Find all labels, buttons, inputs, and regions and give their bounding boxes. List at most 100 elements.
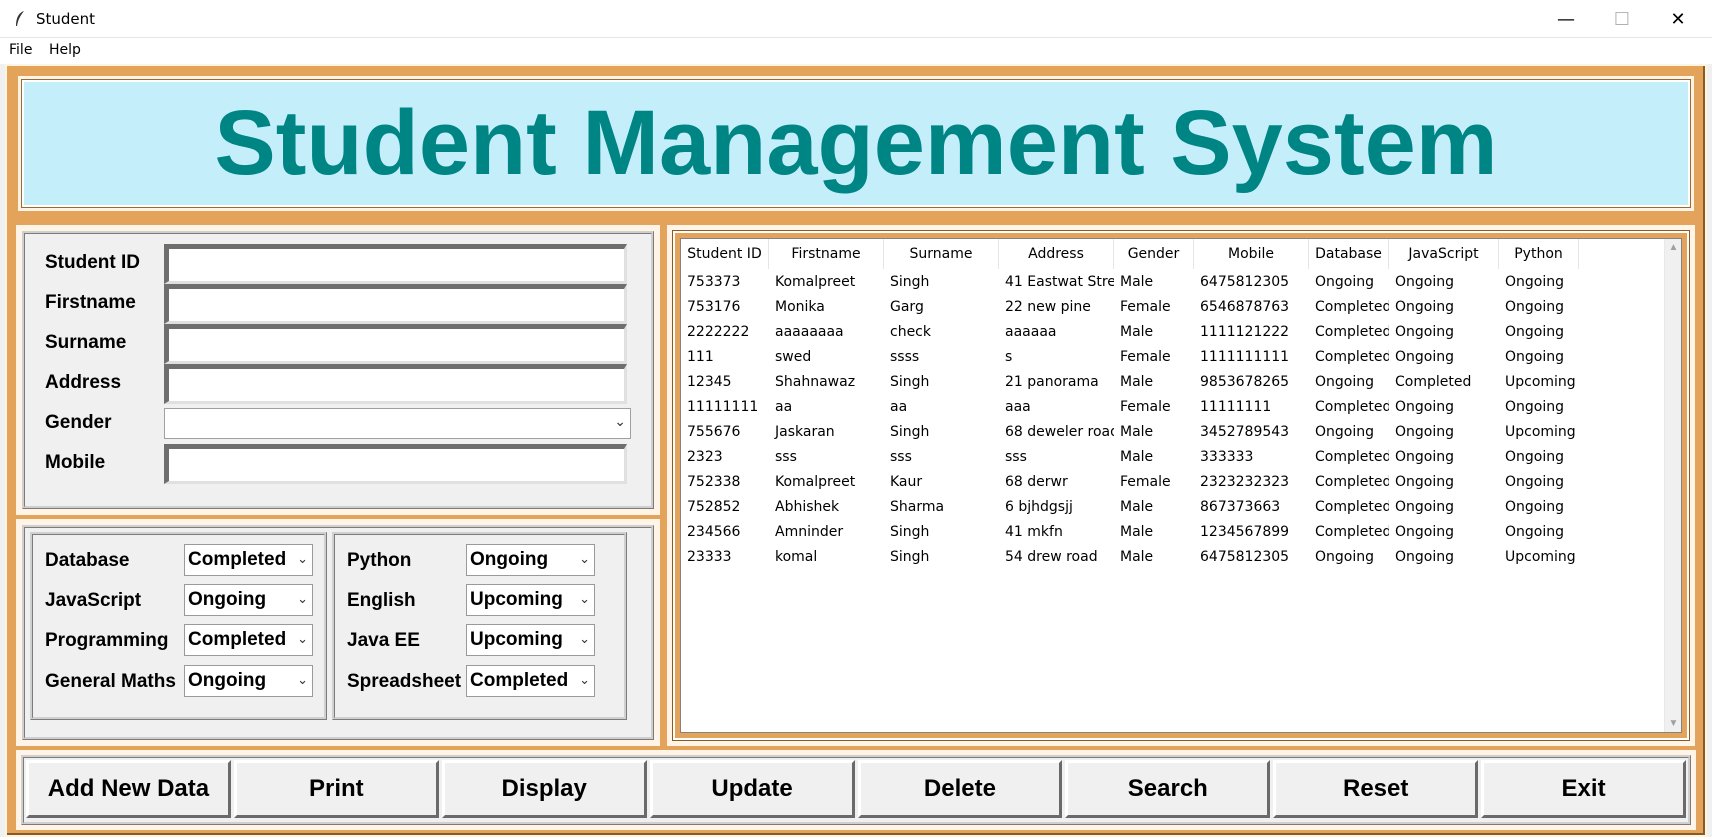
page-title: Student Management System [214, 92, 1498, 194]
menu-help[interactable]: Help [49, 42, 81, 58]
surname-input[interactable] [169, 329, 624, 361]
table-cell: 9853678265 [1200, 373, 1290, 390]
table-cell: Singh [890, 273, 930, 290]
table-cell: Upcoming [1505, 373, 1576, 390]
address-input[interactable] [169, 369, 624, 401]
column-header[interactable]: JavaScript [1389, 239, 1499, 269]
menu-file[interactable]: File [9, 42, 32, 58]
chevron-down-icon: ⌄ [614, 413, 626, 429]
close-button[interactable]: ✕ [1650, 0, 1706, 38]
table-row[interactable]: 23333 komal Singh 54 drew road Male 647581230… [681, 544, 1666, 569]
english-select[interactable]: Upcoming ⌄ [466, 584, 595, 616]
courses-column-right: Python Ongoing ⌄ English Upcoming ⌄ Java E… [332, 532, 627, 720]
column-header[interactable]: Student ID [681, 239, 769, 269]
table-cell: Sharma [890, 498, 945, 515]
delete-button[interactable]: Delete [857, 760, 1063, 818]
database-select[interactable]: Completed ⌄ [184, 544, 313, 576]
table-cell: 2323 [687, 448, 723, 465]
header-banner: Student Management System [21, 79, 1691, 208]
table-cell: Completed [1315, 523, 1389, 540]
surname-label: Surname [45, 332, 127, 353]
table-cell: 753176 [687, 298, 741, 315]
column-header[interactable]: Surname [884, 239, 999, 269]
table-cell: Singh [890, 423, 930, 440]
scroll-down-icon[interactable]: ▼ [1665, 715, 1681, 732]
scroll-up-icon[interactable]: ▲ [1665, 239, 1681, 256]
chevron-down-icon: ⌄ [579, 631, 590, 646]
table-row[interactable]: 12345 Shahnawaz Singh 21 panorama Male 985367… [681, 369, 1666, 394]
spreadsheet-select[interactable]: Completed ⌄ [466, 665, 595, 697]
table-cell: 11111111 [687, 398, 759, 415]
programming-select[interactable]: Completed ⌄ [184, 624, 313, 656]
table-cell: Completed [1315, 398, 1389, 415]
display-button[interactable]: Display [441, 760, 647, 818]
column-header[interactable]: Address [999, 239, 1114, 269]
update-button[interactable]: Update [649, 760, 855, 818]
minimize-button[interactable]: — [1538, 0, 1594, 38]
mobile-input-frame [164, 444, 627, 484]
javascript-select[interactable]: Ongoing ⌄ [184, 584, 313, 616]
table-cell: Ongoing [1395, 498, 1454, 515]
add-new-data-button[interactable]: Add New Data [26, 760, 231, 818]
table-cell: ssss [890, 348, 920, 365]
python-select[interactable]: Ongoing ⌄ [466, 544, 595, 576]
student-id-input[interactable] [169, 249, 624, 281]
table-cell: Ongoing [1505, 348, 1564, 365]
table-row[interactable]: 234566 Amninder Singh 41 mkfn Male 1234567899… [681, 519, 1666, 544]
course-row: Java EE Upcoming ⌄ [343, 624, 623, 658]
table-cell: 12345 [687, 373, 732, 390]
table-cell: 333333 [1200, 448, 1254, 465]
exit-button[interactable]: Exit [1481, 760, 1686, 818]
table-cell: Ongoing [1395, 448, 1454, 465]
table-row[interactable]: 11111111 aa aa aaa Female 11111111 Completed On… [681, 394, 1666, 419]
table-row[interactable]: 2323 sss sss sss Male 333333 Completed Ongoing O… [681, 444, 1666, 469]
column-header[interactable]: Gender [1114, 239, 1194, 269]
table-row[interactable]: 752338 Komalpreet Kaur 68 derwr Female 232323… [681, 469, 1666, 494]
mobile-input[interactable] [169, 449, 624, 481]
table-row[interactable]: 2222222 aaaaaaaa check aaaaaa Male 1111121222… [681, 319, 1666, 344]
window-title: Student [36, 10, 96, 28]
table-row[interactable]: 753176 Monika Garg 22 new pine Female 6546878… [681, 294, 1666, 319]
student-form-panel: Student ID Firstname Surname Address Gen… [16, 225, 660, 515]
table-cell: Completed [1315, 448, 1389, 465]
table-cell: Komalpreet [775, 273, 856, 290]
course-label: General Maths [45, 671, 176, 692]
table-cell: Ongoing [1315, 273, 1374, 290]
table-cell: 1234567899 [1200, 523, 1290, 540]
column-header[interactable]: Python [1499, 239, 1579, 269]
column-header[interactable]: Firstname [769, 239, 884, 269]
select-value: Ongoing [470, 549, 549, 570]
chevron-down-icon: ⌄ [579, 672, 590, 687]
table-cell: sss [890, 448, 912, 465]
table-cell: 1111121222 [1200, 323, 1290, 340]
firstname-input[interactable] [169, 289, 624, 321]
search-button[interactable]: Search [1065, 760, 1271, 818]
course-row: Database Completed ⌄ [41, 544, 321, 578]
student-table[interactable]: Student ID Firstname Surname Address Gender M… [680, 238, 1682, 733]
column-header[interactable]: Mobile [1194, 239, 1309, 269]
print-button[interactable]: Print [233, 760, 439, 818]
student-form: Student ID Firstname Surname Address Gen… [22, 231, 654, 509]
table-cell: s [1005, 348, 1013, 365]
reset-button[interactable]: Reset [1273, 760, 1479, 818]
table-cell: Female [1120, 348, 1171, 365]
table-cell: Singh [890, 373, 930, 390]
vertical-scrollbar[interactable]: ▲ ▼ [1664, 239, 1681, 732]
table-cell: Completed [1315, 498, 1389, 515]
table-cell: Ongoing [1395, 548, 1454, 565]
table-row[interactable]: 755676 Jaskaran Singh 68 deweler road Male 34… [681, 419, 1666, 444]
table-cell: Ongoing [1395, 523, 1454, 540]
table-row[interactable]: 752852 Abhishek Sharma 6 bjhdgsjj Male 867373… [681, 494, 1666, 519]
java-ee-select[interactable]: Upcoming ⌄ [466, 624, 595, 656]
firstname-row: Firstname [39, 284, 639, 324]
table-row[interactable]: 753373 Komalpreet Singh 41 Eastwat Street Ma… [681, 269, 1666, 294]
table-cell: aaaaaa [1005, 323, 1057, 340]
chevron-down-icon: ⌄ [297, 631, 308, 646]
surname-row: Surname [39, 324, 639, 364]
general-maths-select[interactable]: Ongoing ⌄ [184, 665, 313, 697]
column-header[interactable]: Database [1309, 239, 1389, 269]
courses-column-left: Database Completed ⌄ JavaScript Ongoing ⌄ … [30, 532, 327, 720]
maximize-button[interactable]: ☐ [1594, 0, 1650, 38]
gender-select[interactable]: ⌄ [164, 408, 631, 439]
table-row[interactable]: 111 swed ssss s Female 1111111111 Completed Ong… [681, 344, 1666, 369]
